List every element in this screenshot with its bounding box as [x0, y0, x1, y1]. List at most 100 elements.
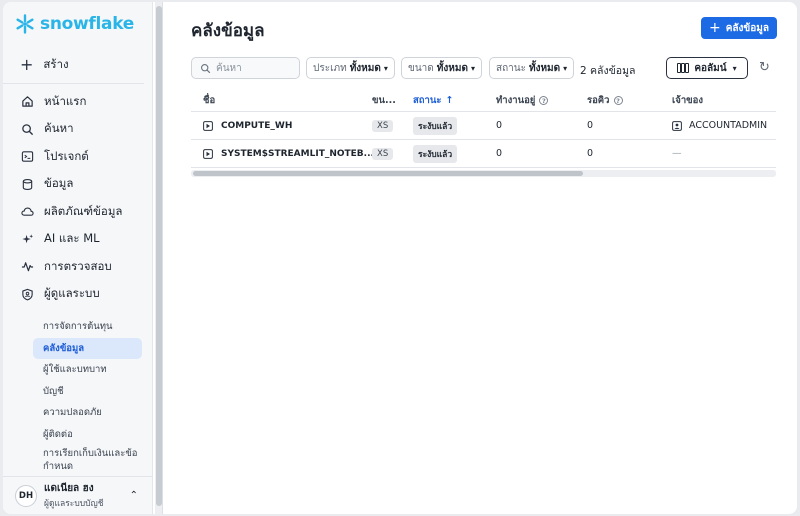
create-label: สร้าง — [43, 56, 69, 71]
size-badge: XS — [372, 147, 394, 160]
columns-label: คอลัมน์ — [694, 62, 727, 74]
header-running-label: ทำงานอยู่ — [496, 95, 536, 106]
warehouse-name: COMPUTE_WH — [221, 120, 293, 131]
filter-label: สถานะ — [496, 62, 526, 74]
chevron-down-icon: ▾ — [563, 63, 568, 73]
sidebar-item-data-products[interactable]: ผลิตภัณฑ์ข้อมูล — [3, 198, 152, 226]
search-input[interactable]: ค้นหา — [191, 57, 300, 79]
size-cell: XS — [372, 147, 394, 160]
chevron-down-icon: ▾ — [470, 63, 475, 73]
header-name[interactable]: ชื่อ — [203, 93, 215, 108]
sidebar-subitem-label: คลังข้อมูล — [43, 342, 85, 354]
sort-arrow-up-icon: ↑ — [445, 95, 454, 106]
sidebar-item-label: ข้อมูล — [44, 176, 74, 191]
avatar: DH — [15, 484, 37, 507]
info-icon[interactable]: ? — [539, 96, 549, 105]
sidebar-subitem-warehouses[interactable]: คลังข้อมูล — [33, 337, 142, 359]
sidebar-scrollbar-thumb[interactable] — [156, 6, 162, 506]
status-cell: ระงับแล้ว — [413, 116, 458, 135]
page-title: คลังข้อมูล — [191, 21, 265, 41]
owner-name: ACCOUNTADMIN — [689, 120, 768, 131]
sidebar-item-monitoring[interactable]: การตรวจสอบ — [3, 253, 152, 281]
header-running[interactable]: ทำงานอยู่ ? — [496, 93, 549, 108]
sidebar-subitem-cost-management[interactable]: การจัดการต้นทุน — [33, 316, 142, 338]
create-button[interactable]: + สร้าง — [3, 46, 144, 84]
header-status-label: สถานะ — [413, 95, 442, 106]
sidebar: snowflake + สร้าง หน้าแรก ค้นหา โปรเจกต์… — [3, 2, 153, 514]
search-icon — [22, 123, 34, 135]
sidebar-item-ai-ml[interactable]: AI และ ML — [3, 226, 152, 254]
sidebar-subitem-label: ผู้ติดต่อ — [43, 428, 73, 440]
shield-icon — [22, 288, 33, 301]
size-badge: XS — [372, 119, 394, 132]
sidebar-subitem-label: ความปลอดภัย — [43, 407, 102, 419]
sidebar-item-label: ค้นหา — [44, 121, 74, 136]
sidebar-subitem-users-roles[interactable]: ผู้ใช้และบทบาท — [33, 359, 142, 381]
role-icon — [672, 120, 682, 131]
status-badge: ระงับแล้ว — [413, 144, 458, 163]
owner-cell: ACCOUNTADMIN — [672, 120, 767, 131]
warehouse-name: SYSTEM$STREAMLIT_NOTEB... — [221, 148, 374, 159]
header-queued[interactable]: รอคิว ? — [587, 93, 623, 108]
sidebar-subitem-accounts[interactable]: บัญชี — [33, 381, 142, 403]
warehouse-name-cell[interactable]: SYSTEM$STREAMLIT_NOTEB... — [203, 149, 374, 159]
plus-icon: + — [709, 20, 721, 36]
owner-cell: — — [672, 148, 682, 159]
snowflake-logo[interactable]: snowflake — [3, 2, 152, 46]
header-owner[interactable]: เจ้าของ — [672, 93, 703, 108]
table-row[interactable]: COMPUTE_WH XS ระงับแล้ว 0 0 ACCOUNTADMIN — [191, 112, 776, 140]
running-cell: 0 — [496, 148, 503, 159]
add-warehouse-button[interactable]: + คลังข้อมูล — [701, 17, 777, 39]
sidebar-item-label: ผลิตภัณฑ์ข้อมูล — [44, 203, 123, 218]
chevron-down-icon: ▾ — [732, 63, 737, 73]
plus-icon: + — [20, 55, 34, 74]
table-row[interactable]: SYSTEM$STREAMLIT_NOTEB... XS ระงับแล้ว 0… — [191, 140, 776, 168]
size-cell: XS — [372, 119, 394, 132]
warehouse-icon — [203, 120, 213, 131]
app-window: snowflake + สร้าง หน้าแรก ค้นหา โปรเจกต์… — [3, 2, 797, 514]
sidebar-subitem-contacts[interactable]: ผู้ติดต่อ — [33, 424, 142, 446]
sidebar-item-projects[interactable]: โปรเจกต์ — [3, 143, 152, 171]
sidebar-item-home[interactable]: หน้าแรก — [3, 88, 152, 116]
warehouse-icon — [203, 148, 213, 159]
header-size[interactable]: ขน... — [372, 93, 396, 108]
filter-size[interactable]: ขนาด ทั้งหมด ▾ — [401, 57, 482, 79]
main-content: คลังข้อมูล + คลังข้อมูล ค้นหา ประเภท ทั้… — [163, 2, 797, 514]
columns-icon — [677, 63, 690, 73]
table-horizontal-scrollbar[interactable] — [191, 170, 776, 177]
sidebar-item-admin[interactable]: ผู้ดูแลระบบ — [3, 281, 152, 309]
user-menu[interactable]: DH แดเนียล ฮง ผู้ดูแลระบบบัญชี ⌃ — [3, 476, 152, 514]
queued-cell: 0 — [587, 120, 594, 131]
filter-bar: ค้นหา ประเภท ทั้งหมด ▾ ขนาด ทั้งหมด ▾ สถ… — [191, 57, 797, 79]
header-status[interactable]: สถานะ ↑ — [413, 93, 453, 108]
chevron-down-icon: ▾ — [383, 63, 388, 73]
sidebar-subitem-label: บัญชี — [43, 385, 64, 397]
header-queued-label: รอคิว — [587, 95, 610, 106]
filter-label: ขนาด — [408, 62, 434, 74]
table-header: ชื่อ ขน... สถานะ ↑ ทำงานอยู่ ? รอคิว ? เ… — [191, 90, 776, 112]
sparkle-icon — [22, 234, 34, 243]
user-name: แดเนียล ฮง — [44, 483, 94, 494]
warehouse-name-cell[interactable]: COMPUTE_WH — [203, 121, 292, 131]
filter-status[interactable]: สถานะ ทั้งหมด ▾ — [489, 57, 575, 79]
user-role: ผู้ดูแลระบบบัญชี — [44, 499, 104, 509]
sidebar-subitem-security[interactable]: ความปลอดภัย — [33, 402, 142, 424]
sidebar-item-label: ผู้ดูแลระบบ — [44, 286, 100, 301]
sidebar-item-label: หน้าแรก — [44, 93, 87, 108]
filter-value: ทั้งหมด — [436, 62, 468, 74]
filter-value: ทั้งหมด — [349, 62, 381, 74]
status-cell: ระงับแล้ว — [413, 144, 458, 163]
filter-type[interactable]: ประเภท ทั้งหมด ▾ — [306, 57, 395, 79]
filter-label: ประเภท — [313, 62, 347, 74]
info-icon[interactable]: ? — [613, 96, 623, 105]
columns-button[interactable]: คอลัมน์ ▾ — [666, 57, 748, 79]
chevron-up-icon: ⌃ — [129, 490, 138, 501]
table-scrollbar-thumb[interactable] — [193, 171, 583, 176]
sidebar-subitem-billing[interactable]: การเรียกเก็บเงินและข้อกำหนด — [33, 445, 142, 475]
sidebar-item-search[interactable]: ค้นหา — [3, 116, 152, 144]
refresh-icon[interactable]: ↻ — [759, 60, 770, 75]
sidebar-item-data[interactable]: ข้อมูล — [3, 171, 152, 199]
sidebar-scrollbar[interactable] — [155, 2, 163, 514]
cloud-icon — [21, 207, 34, 217]
